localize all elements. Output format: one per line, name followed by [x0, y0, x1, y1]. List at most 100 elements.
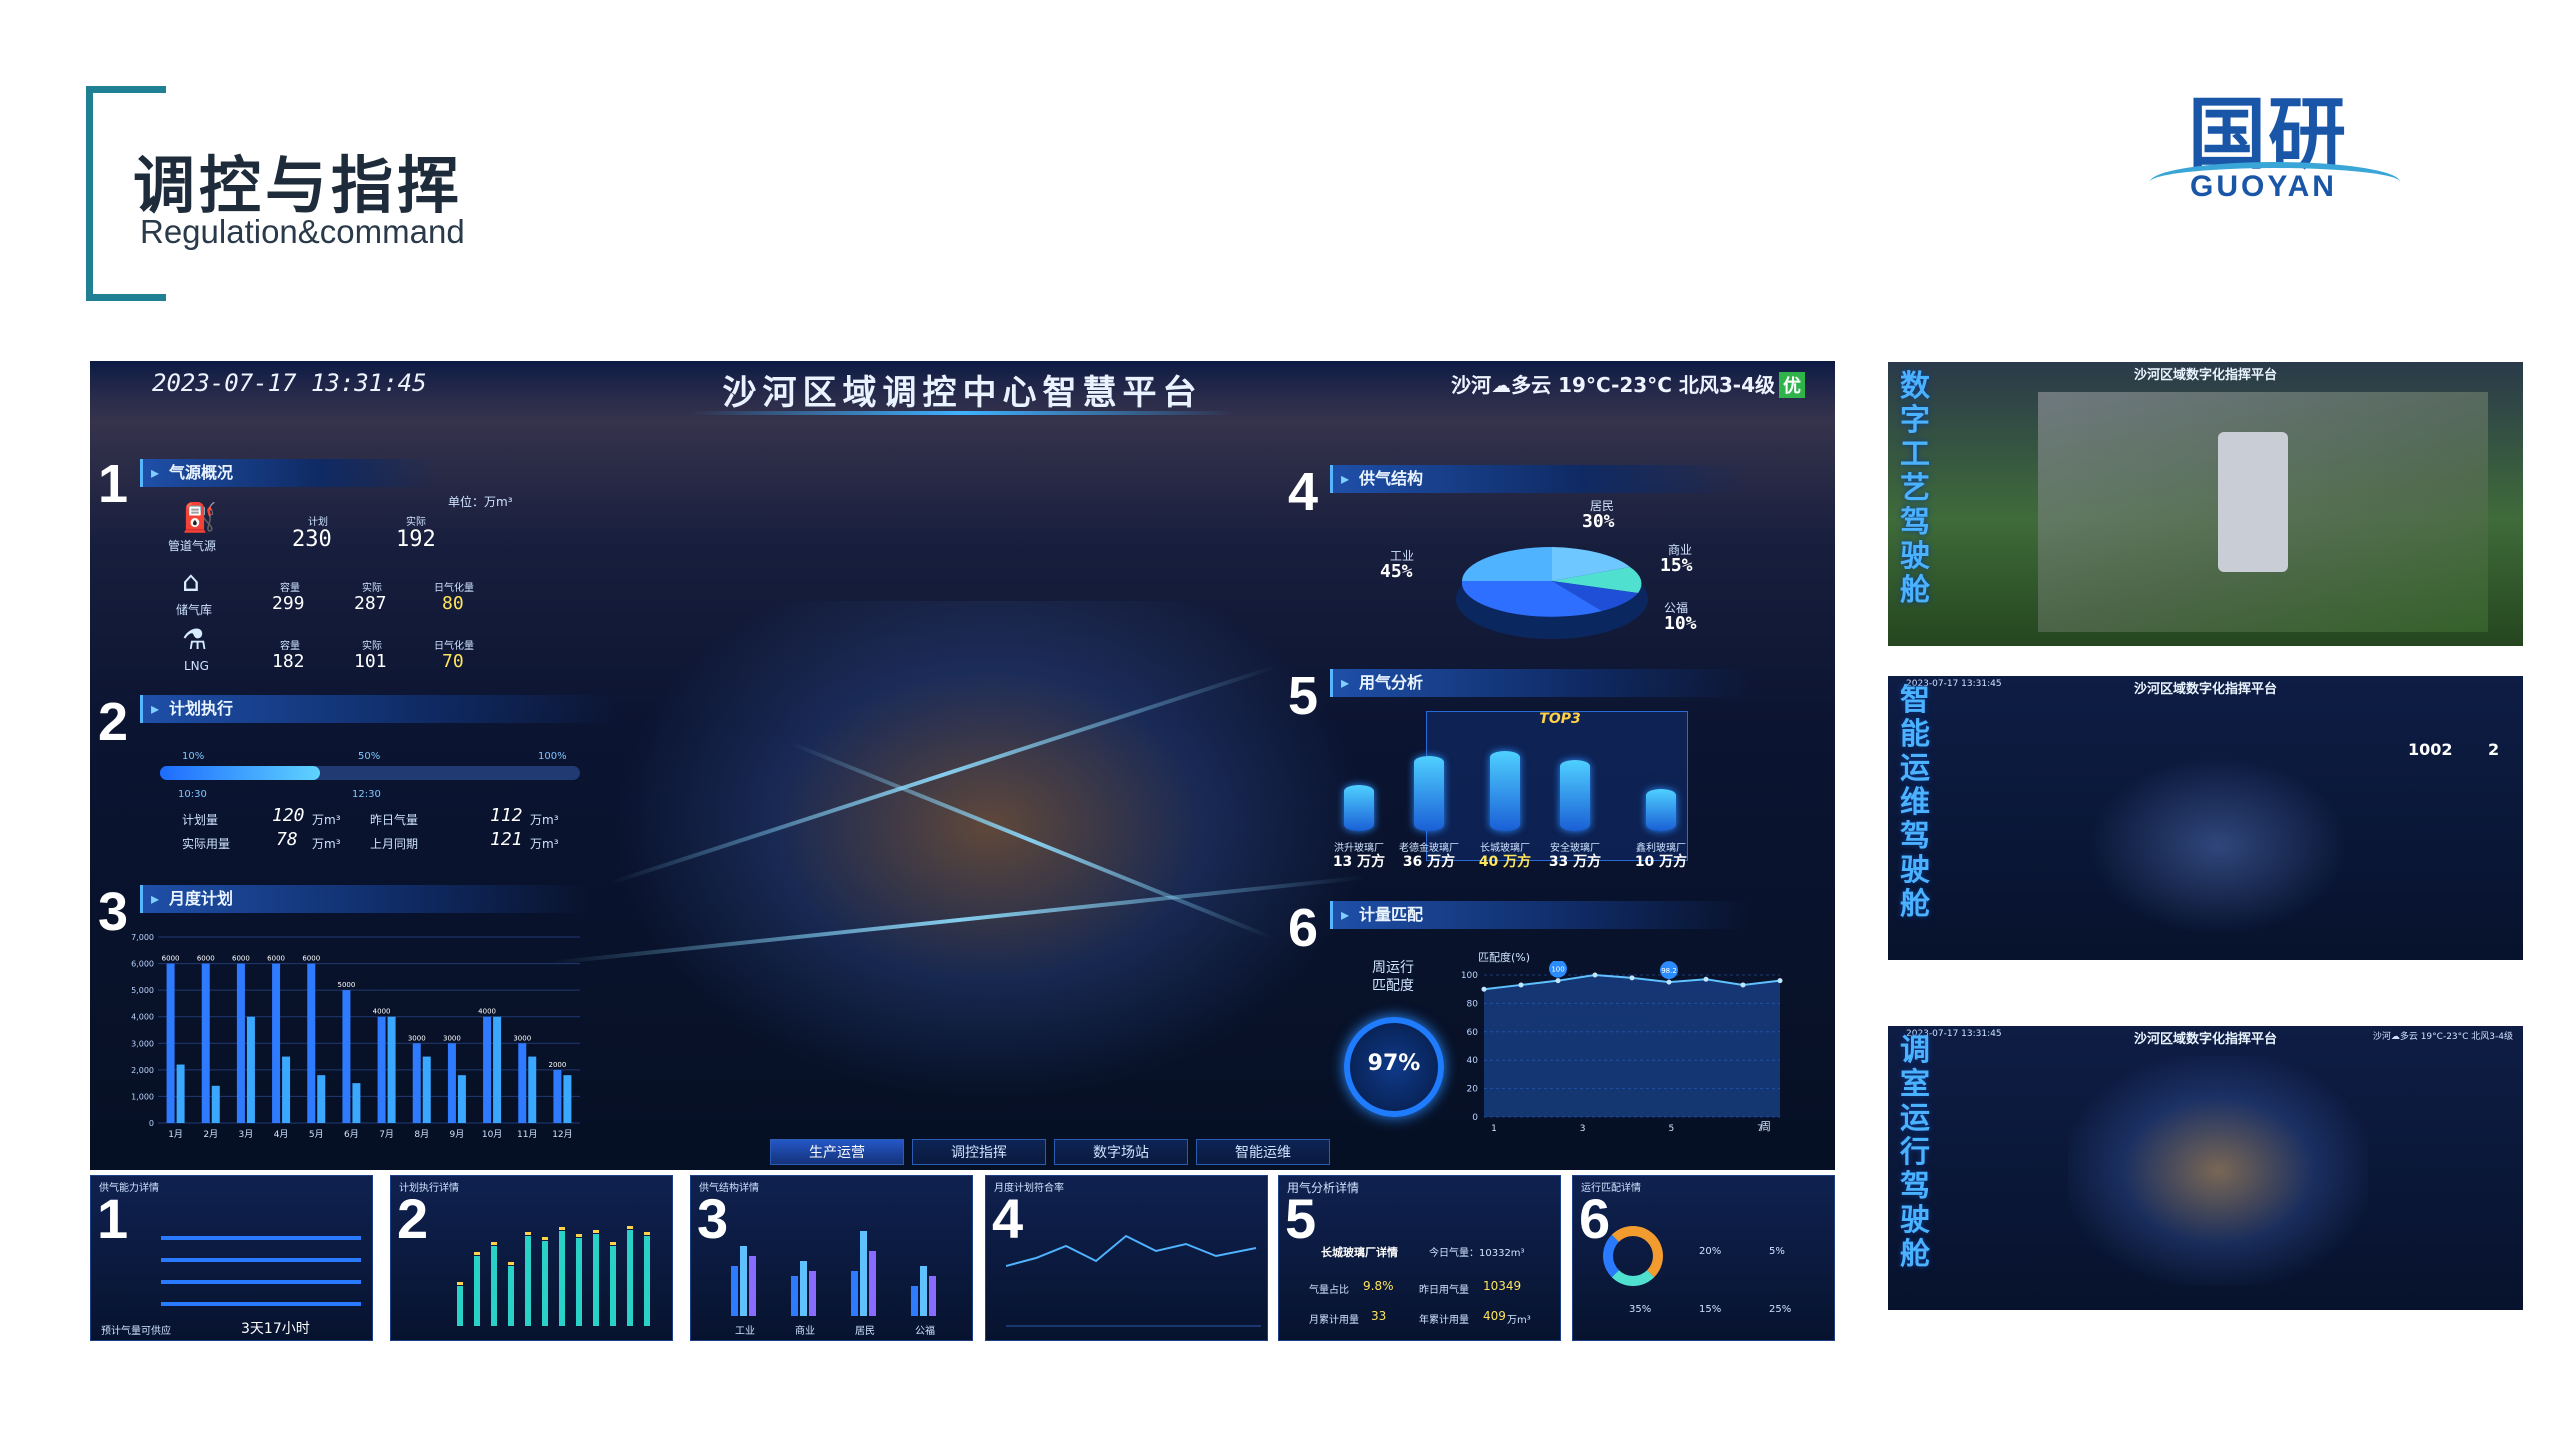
slice-value-public: 10% [1664, 613, 1697, 634]
lng-icon: ⚗ [182, 623, 208, 656]
bar-actual [422, 1056, 431, 1123]
panel-1-unit: 单位：万m³ [448, 495, 513, 509]
x-tick-label: 5月 [309, 1129, 324, 1140]
thumb-3[interactable]: 供气结构详情 3 工业 商业 居民 公福 [690, 1175, 973, 1341]
bar-plan [272, 963, 281, 1123]
thumb-6[interactable]: 运行匹配详情 6 20% 5% 15% 25% 35% [1572, 1175, 1835, 1341]
x-tick-label: 6月 [344, 1129, 359, 1140]
thumb-3-cat-3: 居民 [855, 1326, 875, 1337]
thumb-1[interactable]: 供气能力详情 1 预计气量可供应 3天17小时 [90, 1175, 373, 1341]
page-title: 调控与指挥 [133, 149, 464, 222]
thumb-1-bar-1 [161, 1236, 361, 1240]
right-card-dispatch[interactable]: 2023-07-17 13:31:45 沙河区域数字化指挥平台 沙河☁多云 19… [1888, 1026, 2523, 1310]
thumb-3-bar [740, 1246, 747, 1316]
row-2-c3-label: 日气化量 [434, 583, 474, 594]
y-tick-label: 20 [1467, 1085, 1479, 1095]
thumb-3-bar [851, 1271, 858, 1316]
thumb-5-factory: 长城玻璃厂详情 [1321, 1246, 1398, 1259]
thumb-5[interactable]: 用气分析详情 5 长城玻璃厂详情 今日气量：10332m³ 气量占比 9.8% … [1278, 1175, 1561, 1341]
thumb-3-bar [860, 1231, 867, 1316]
thumb-1-subtitle: 预计气量可供应 [101, 1326, 171, 1337]
bar-plan [447, 1043, 456, 1123]
logo-text-en: GUOYAN [2190, 170, 2337, 203]
thumb-3-bar [920, 1266, 927, 1316]
right-card-process[interactable]: 沙河区域数字化指挥平台 数字工艺驾驶舱 [1888, 362, 2523, 646]
tab-maintenance[interactable]: 智能运维 [1196, 1139, 1330, 1165]
row-2-name: 储气库 [176, 603, 213, 617]
thumb-2-number: 2 [397, 1187, 429, 1250]
tab-production[interactable]: 生产运营 [770, 1139, 904, 1165]
panel-1-number: 1 [98, 454, 129, 514]
thumb-2-bar-cap [508, 1262, 514, 1265]
match-point [1555, 978, 1561, 984]
bar-plan [518, 1043, 527, 1123]
bar-plan [342, 990, 351, 1123]
right-card-2-value2: 2 [2488, 740, 2500, 759]
thumb-3-bar [800, 1261, 807, 1316]
bar-plan [377, 1016, 386, 1123]
row-3-c1-value: 182 [272, 651, 305, 672]
right-card-2-value1: 1002 [2408, 740, 2453, 759]
thumb-3-bar [791, 1276, 798, 1316]
page-subtitle: Regulation&command [140, 213, 465, 250]
thumb-2-bar [542, 1241, 548, 1326]
x-tick-label: 5 [1668, 1124, 1674, 1134]
air-quality-badge: 优 [1779, 372, 1805, 398]
thumb-3-categories: 工业 商业 居民 公福 [715, 1322, 955, 1337]
right-card-2-label: 智能运维驾驶舱 [1900, 683, 1930, 922]
thumb-5-today: 今日气量：10332m³ [1429, 1248, 1525, 1259]
progress-mark-10: 10% [182, 751, 205, 762]
match-point [1740, 982, 1746, 988]
bar-value-label: 6000 [197, 955, 215, 963]
lastmonth-value: 121 [490, 829, 523, 850]
thumb-2-bar [593, 1234, 599, 1326]
title-underline [690, 411, 1235, 415]
thumb-2-bar-cap [644, 1232, 650, 1235]
bar-plan [201, 963, 210, 1123]
thumb-6-v2: 5% [1769, 1246, 1785, 1257]
slide: 调控与指挥 Regulation&command 国研 GUOYAN 2023-… [0, 0, 2560, 1440]
thumb-4-chart [1006, 1234, 1261, 1327]
right-card-maintenance[interactable]: 2023-07-17 13:31:45 沙河区域数字化指挥平台 1002 2 智… [1888, 676, 2523, 960]
thumb-2-bar [491, 1246, 497, 1326]
thumb-2-bar [457, 1286, 463, 1326]
y-tick-label: 80 [1467, 999, 1479, 1009]
progress-time-1: 10:30 [178, 789, 207, 800]
bar-actual [457, 1075, 466, 1123]
bar-value-label: 4000 [373, 1008, 391, 1016]
match-area [1484, 975, 1780, 1117]
thumb-2-bar [559, 1231, 565, 1326]
y-tick-label: 3,000 [131, 1039, 154, 1048]
thumb-2-bar-cap [474, 1252, 480, 1255]
x-tick-label: 1 [1491, 1124, 1497, 1134]
thumb-2[interactable]: 计划执行详情 2 [390, 1175, 673, 1341]
factory-cylinder [1560, 759, 1590, 831]
x-tick-label: 4月 [274, 1129, 289, 1140]
factory-value: 10 万方 [1634, 854, 1688, 870]
row-3-c2-label: 实际 [362, 641, 382, 652]
factory-value: 33 万方 [1548, 854, 1602, 870]
dashboard-weather: 沙河☁多云 19°C-23°C 北风3-4级优 [1451, 369, 1805, 398]
panel-2-title: 计划执行 [140, 695, 620, 723]
match-marker-label: 98.2 [1661, 967, 1677, 975]
thumb-2-bar [627, 1230, 633, 1326]
bar-value-label: 4000 [478, 1008, 496, 1016]
tab-digital-station[interactable]: 数字场站 [1054, 1139, 1188, 1165]
row-1-c2-label: 实际 [406, 517, 426, 528]
thumb-2-bar-cap [559, 1227, 565, 1230]
x-tick-label: 12月 [552, 1129, 572, 1140]
factory-cylinder [1414, 756, 1444, 831]
tab-dispatch[interactable]: 调控指挥 [912, 1139, 1046, 1165]
thumb-3-bar [869, 1251, 876, 1316]
company-logo: 国研 GUOYAN [2150, 70, 2400, 210]
thumb-3-bar [731, 1266, 738, 1316]
row-1-c1-value: 230 [292, 527, 332, 552]
x-tick-label: 3 [1580, 1124, 1586, 1134]
thumb-2-bar [576, 1238, 582, 1326]
thumb-4[interactable]: 月度计划符合率 4 [985, 1175, 1268, 1341]
thumb-5-ratio-label: 气量占比 [1309, 1285, 1349, 1296]
match-gauge-value: 97% [1367, 1051, 1421, 1076]
thumb-2-bar-cap [627, 1226, 633, 1229]
y-tick-label: 1,000 [131, 1092, 154, 1101]
thumb-1-bar-3 [161, 1280, 361, 1284]
